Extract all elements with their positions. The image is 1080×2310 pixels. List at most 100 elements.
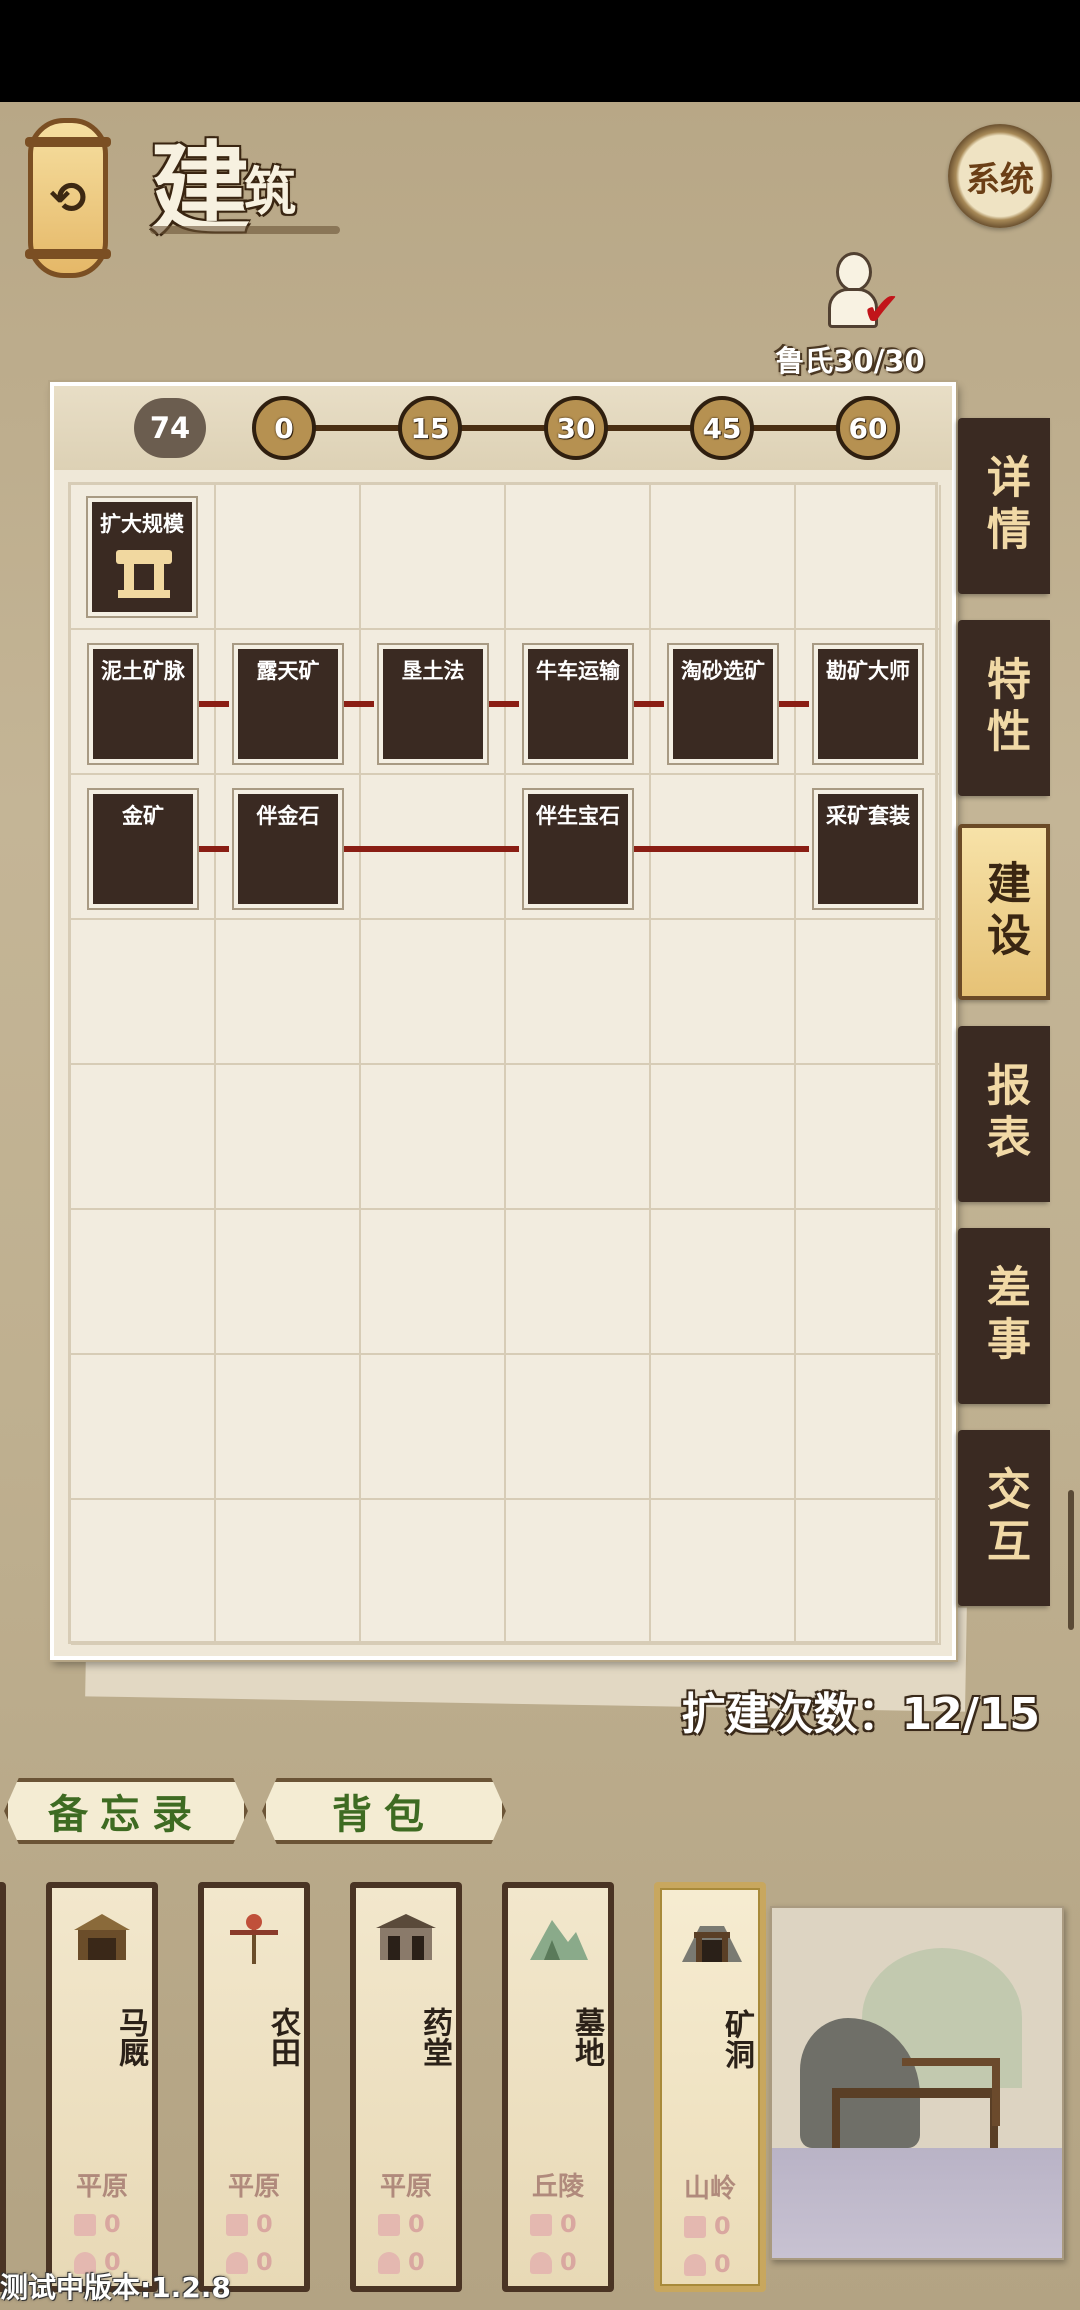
tech-link (342, 701, 374, 707)
milestone-30: 30 (544, 396, 608, 460)
back-arrow-icon: ⟲ (49, 172, 87, 224)
current-level-badge: 74 (134, 398, 206, 458)
grid-cell (651, 1500, 796, 1645)
tab-interact[interactable]: 交互 (958, 1430, 1050, 1606)
building-stat: 0 (714, 2250, 731, 2278)
tech-tile-label: 淘砂选矿 (681, 659, 765, 683)
tech-tile-label: 垦土法 (401, 659, 465, 683)
building-terrain: 山岭 (683, 2174, 736, 2204)
grid-cell (506, 1210, 651, 1355)
worker-indicator[interactable]: ✔ 鲁氏30/30 (770, 252, 930, 378)
tab-report[interactable]: 报表 (958, 1026, 1050, 1202)
building-stat: 0 (104, 2210, 121, 2238)
title-underline (150, 226, 340, 234)
building-card[interactable]: 药堂 平原 0 0 (350, 1882, 462, 2292)
tab-label: 差事 (979, 1264, 1030, 1368)
tab-details[interactable]: 详情 (958, 418, 1050, 594)
tech-tile-label: 勘矿大师 (826, 659, 910, 683)
milestone-60: 60 (836, 396, 900, 460)
grid-cell (506, 485, 651, 630)
building-stat: 0 (256, 2248, 273, 2276)
tab-label: 特性 (979, 656, 1030, 760)
flag-icon (226, 2214, 248, 2236)
building-card-partial[interactable] (0, 1882, 6, 2292)
building-card-selected[interactable]: 矿洞 山岭 0 0 (654, 1882, 766, 2292)
tab-traits[interactable]: 特性 (958, 620, 1050, 796)
stable-icon (74, 1914, 130, 1960)
person-icon (684, 2254, 706, 2276)
grid-cell (71, 1065, 216, 1210)
tech-tile-label: 扩大规模 (100, 512, 184, 536)
scrollbar[interactable] (1068, 1490, 1074, 1630)
building-card[interactable]: 马厩 平原 0 0 (46, 1882, 158, 2292)
grid-cell (506, 1500, 651, 1645)
building-stat: 0 (560, 2248, 577, 2276)
tech-tile-label: 采矿套装 (826, 804, 910, 828)
building-name: 矿洞 (719, 2009, 754, 2069)
building-stat: 0 (408, 2210, 425, 2238)
grid-cell (796, 1500, 941, 1645)
tab-build[interactable]: 建设 (958, 824, 1050, 1000)
grid-cell (651, 920, 796, 1065)
grid-cell (361, 1355, 506, 1500)
tech-tile-label: 金矿 (122, 804, 164, 828)
grid-cell (216, 485, 361, 630)
memo-button[interactable]: 备忘录 (4, 1778, 248, 1844)
tech-tile[interactable]: 伴金石 (234, 790, 342, 908)
tech-tile[interactable]: 采矿套装 (814, 790, 922, 908)
grid-cell (651, 1355, 796, 1500)
tech-tile[interactable]: 垦土法 (379, 645, 487, 763)
grid-cell (71, 1355, 216, 1500)
version-label: 测试中版本:1.2.8 (0, 2271, 231, 2304)
building-terrain: 平原 (227, 2172, 280, 2202)
worker-label: 鲁氏30/30 (775, 344, 925, 378)
bag-button[interactable]: 背包 (262, 1778, 506, 1844)
tech-grid: 扩大规模 泥土矿脉 露天矿 垦土法 牛车运输 淘砂选矿 勘矿大师 金矿 伴金石 … (68, 482, 941, 1645)
checkmark-icon: ✔ (862, 282, 901, 336)
tab-label: 交互 (979, 1466, 1030, 1570)
system-button[interactable]: 系统 (948, 124, 1052, 228)
tech-link (197, 846, 229, 852)
tab-label: 详情 (979, 454, 1030, 558)
person-icon (530, 2252, 552, 2274)
back-button[interactable]: ⟲ (25, 118, 111, 278)
tech-tile[interactable]: 泥土矿脉 (89, 645, 197, 763)
tech-tile[interactable]: 伴生宝石 (524, 790, 632, 908)
tech-tile[interactable]: 勘矿大师 (814, 645, 922, 763)
grid-cell (506, 920, 651, 1065)
tech-tile-expand[interactable]: 扩大规模 (88, 498, 196, 616)
grid-cell (361, 1500, 506, 1645)
grid-cell (651, 485, 796, 630)
tech-tile-label: 伴生宝石 (536, 804, 620, 828)
cemetery-icon (530, 1920, 588, 1960)
milestone-15: 15 (398, 396, 462, 460)
tech-link (197, 701, 229, 707)
tech-tile-label: 露天矿 (256, 659, 320, 683)
grid-cell (506, 1355, 651, 1500)
grid-cell (216, 920, 361, 1065)
building-name: 农田 (265, 2007, 300, 2067)
grid-cell (506, 1065, 651, 1210)
building-name: 墓地 (569, 2007, 604, 2067)
flag-icon (530, 2214, 552, 2236)
tech-tile[interactable]: 露天矿 (234, 645, 342, 763)
building-card[interactable]: 农田 平原 0 0 (198, 1882, 310, 2292)
flag-icon (684, 2216, 706, 2238)
tech-tile[interactable]: 淘砂选矿 (669, 645, 777, 763)
gate-icon (116, 550, 172, 600)
tab-errands[interactable]: 差事 (958, 1228, 1050, 1404)
flag-icon (378, 2214, 400, 2236)
tech-tile[interactable]: 牛车运输 (524, 645, 632, 763)
building-terrain: 平原 (379, 2172, 432, 2202)
building-stat: 0 (408, 2248, 425, 2276)
memo-label: 备忘录 (48, 1791, 204, 1838)
building-card[interactable]: 墓地 丘陵 0 0 (502, 1882, 614, 2292)
tech-tile[interactable]: 金矿 (89, 790, 197, 908)
grid-cell (361, 1065, 506, 1210)
tech-link (632, 701, 664, 707)
grid-cell (216, 1210, 361, 1355)
mine-icon (682, 1926, 742, 1962)
grid-cell (796, 1065, 941, 1210)
level-bar: 74 0 15 30 45 60 (54, 386, 952, 470)
building-name: 马厩 (113, 2007, 148, 2067)
